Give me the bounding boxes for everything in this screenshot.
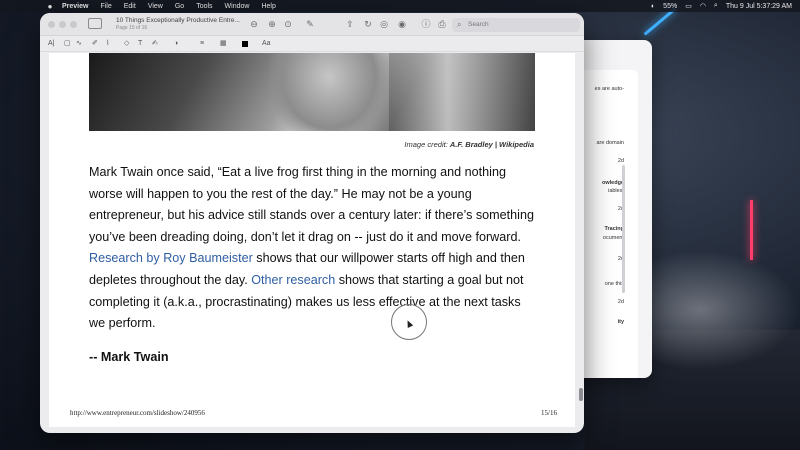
quote-author: -- Mark Twain [89, 350, 169, 364]
menu-bar: ● Preview File Edit View Go Tools Window… [0, 0, 800, 12]
shapes-icon[interactable]: ◇ [124, 38, 129, 50]
window-titlebar[interactable]: 10 Things Exceptionally Productive Entre… [40, 13, 584, 36]
menu-help[interactable]: Help [261, 3, 275, 10]
adjust-color-icon[interactable]: ◑ [174, 38, 178, 50]
apple-menu-icon[interactable]: ● [46, 2, 54, 11]
markup-toolbar: A| ▢ ∿ ✐ ⌇ ◇ T ✍ ◑ ≡ ▦ Aa [40, 36, 584, 52]
paragraph-text-1: Mark Twain once said, “Eat a live frog f… [89, 165, 534, 244]
menu-edit[interactable]: Edit [124, 3, 136, 10]
menu-window[interactable]: Window [225, 3, 250, 10]
instant-alpha-icon[interactable]: ⌇ [106, 38, 109, 50]
text-selection-icon[interactable]: A| [48, 38, 55, 50]
bg-text: 2d [617, 158, 624, 164]
zoom-in-icon[interactable]: ⊕ [266, 18, 278, 31]
markup-pen-icon[interactable]: ✎ [304, 18, 316, 31]
image-credit-prefix: Image credit: [404, 140, 450, 149]
sketch-icon[interactable]: ∿ [76, 38, 82, 50]
background-scrollbar[interactable] [622, 165, 625, 293]
minimize-window-button[interactable] [59, 21, 66, 28]
rotate-icon[interactable]: ↻ [362, 18, 374, 31]
sign-icon[interactable]: ✍ [152, 38, 158, 50]
footer-url: http://www.entrepreneur.com/slideshow/24… [70, 409, 205, 417]
menu-file[interactable]: File [100, 3, 111, 10]
menu-app-name[interactable]: Preview [62, 3, 88, 10]
text-style-icon[interactable]: Aa [262, 38, 271, 50]
menu-view[interactable]: View [148, 3, 163, 10]
bg-text: are domain [596, 140, 624, 146]
battery-percent: 55% [663, 2, 678, 10]
bg-text: 2d [617, 299, 624, 305]
image-credit-name: A.F. Bradley | Wikipedia [449, 140, 534, 149]
link-other-research[interactable]: Other research [251, 273, 335, 287]
footer-page-number: 15/16 [541, 409, 557, 417]
zoom-fit-icon[interactable]: ⊙ [282, 18, 294, 31]
search-icon: ⌕ [457, 20, 462, 29]
menu-tools[interactable]: Tools [196, 3, 212, 10]
document-title: 10 Things Exceptionally Productive Entre… [116, 17, 240, 24]
share-icon[interactable]: ⇪ [344, 18, 356, 31]
document-page-info: Page 15 of 16 [116, 25, 148, 31]
draw-icon[interactable]: ✐ [92, 38, 98, 50]
document-scrollbar[interactable] [579, 388, 583, 401]
menu-go[interactable]: Go [175, 3, 184, 10]
fill-color-swatch[interactable] [242, 41, 248, 47]
document-page: Image credit: A.F. Bradley | Wikipedia M… [49, 53, 575, 427]
preview-window: 10 Things Exceptionally Productive Entre… [40, 13, 584, 433]
article-photo [89, 53, 535, 131]
status-area: ◐ 55% ▭ ◠ ⌕ Thu 9 Jul 5:37:29 AM [651, 0, 792, 12]
zoom-out-icon[interactable]: ⊖ [248, 18, 260, 31]
shape-style-icon[interactable]: ≡ [200, 38, 204, 50]
text-tool-icon[interactable]: T [138, 38, 142, 50]
bg-text: ity [617, 319, 624, 325]
wifi-icon[interactable]: ◠ [700, 2, 706, 10]
bg-text: owledge [601, 180, 624, 186]
sidebar-toggle-icon[interactable] [88, 18, 102, 29]
bg-text: es are auto- [594, 86, 624, 92]
bg-text: ocument [602, 235, 624, 241]
battery-icon[interactable]: ▭ [685, 2, 692, 10]
spotlight-icon[interactable]: ⌕ [714, 2, 718, 10]
link-roy-baumeister[interactable]: Research by Roy Baumeister [89, 251, 253, 265]
share-sheet-icon[interactable]: ⎙ [436, 18, 448, 31]
image-credit: Image credit: A.F. Bradley | Wikipedia [404, 140, 534, 149]
border-color-icon[interactable]: ▦ [220, 38, 227, 50]
search-placeholder: Search [468, 21, 489, 28]
info-icon[interactable]: ⓘ [420, 18, 432, 31]
search-input[interactable]: ⌕ Search [452, 18, 580, 32]
markup-toolbar-icon[interactable]: ◎ [378, 18, 390, 31]
menubar-datetime[interactable]: Thu 9 Jul 5:37:29 AM [726, 3, 792, 10]
article-paragraph: Mark Twain once said, “Eat a live frog f… [89, 162, 539, 335]
close-window-button[interactable] [48, 21, 55, 28]
highlight-icon[interactable]: ◉ [396, 18, 408, 31]
control-center-icon[interactable]: ◐ [651, 3, 655, 10]
zoom-window-button[interactable] [70, 21, 77, 28]
rectangle-selection-icon[interactable]: ▢ [64, 38, 71, 50]
